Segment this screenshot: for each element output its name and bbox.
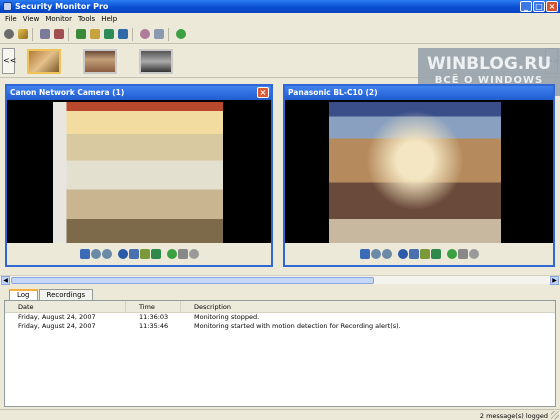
app-icon bbox=[3, 2, 12, 11]
settings-icon[interactable] bbox=[138, 28, 151, 41]
grid-icon[interactable] bbox=[102, 28, 115, 41]
info-icon[interactable] bbox=[117, 249, 128, 259]
maximize-button[interactable]: □ bbox=[533, 1, 545, 12]
record-icon[interactable] bbox=[419, 249, 430, 259]
record-icon[interactable] bbox=[74, 28, 87, 41]
camera-window: Panasonic BL-C10 (2) bbox=[283, 84, 555, 267]
close-button[interactable]: × bbox=[546, 1, 558, 12]
settings-icon[interactable] bbox=[468, 249, 479, 259]
camera-window-title: Panasonic BL-C10 (2) bbox=[285, 86, 553, 100]
motion-icon[interactable] bbox=[430, 249, 441, 259]
camera-video-feed bbox=[53, 102, 223, 248]
menu-help[interactable]: Help bbox=[98, 15, 120, 23]
window-title: Security Monitor Pro bbox=[15, 2, 109, 11]
menu-file[interactable]: File bbox=[2, 15, 20, 23]
menu-tools[interactable]: Tools bbox=[75, 15, 98, 23]
camera-view-area: Canon Network Camera (1) × Panasonic BL-… bbox=[0, 79, 560, 275]
properties-icon[interactable] bbox=[408, 249, 419, 259]
column-header-date[interactable]: Date bbox=[5, 301, 126, 312]
cell-date: Friday, August 24, 2007 bbox=[18, 313, 96, 321]
zoom-in-icon[interactable] bbox=[90, 249, 101, 259]
menu-monitor[interactable]: Monitor bbox=[42, 15, 75, 23]
remove-camera-icon[interactable] bbox=[52, 28, 65, 41]
record-icon[interactable] bbox=[139, 249, 150, 259]
menu-bar: File View Monitor Tools Help bbox=[0, 13, 560, 25]
camera-title-label: Panasonic BL-C10 (2) bbox=[288, 88, 378, 97]
column-header-description[interactable]: Description bbox=[181, 301, 555, 312]
cell-time: 11:35:46 bbox=[139, 322, 169, 330]
scroll-left-icon[interactable]: ◀ bbox=[1, 276, 10, 285]
camera-controls bbox=[285, 243, 553, 265]
user-icon[interactable] bbox=[2, 28, 15, 41]
cell-description: Monitoring started with motion detection… bbox=[194, 322, 401, 330]
camera-video-feed bbox=[329, 102, 501, 248]
info-icon[interactable] bbox=[397, 249, 408, 259]
snapshot-icon[interactable] bbox=[88, 28, 101, 41]
toolbar-separator bbox=[132, 27, 136, 41]
web-icon[interactable] bbox=[166, 249, 177, 259]
log-table: Date Time Description Friday, August 24,… bbox=[4, 300, 556, 407]
minimize-button[interactable]: _ bbox=[520, 1, 532, 12]
status-bar: 2 message(s) logged bbox=[0, 409, 560, 420]
cell-description: Monitoring stopped. bbox=[194, 313, 260, 321]
strip-prev-button[interactable]: << bbox=[2, 48, 16, 74]
title-bar: Security Monitor Pro _ □ × bbox=[0, 0, 560, 13]
fit-icon[interactable] bbox=[359, 249, 370, 259]
snapshot-icon[interactable] bbox=[177, 249, 188, 259]
zoom-out-icon[interactable] bbox=[381, 249, 392, 259]
table-row[interactable]: Friday, August 24, 2007 11:36:03 Monitor… bbox=[5, 313, 555, 322]
status-message: 2 message(s) logged bbox=[479, 412, 548, 420]
wand-icon[interactable] bbox=[16, 28, 29, 41]
column-header-time[interactable]: Time bbox=[126, 301, 181, 312]
zoom-out-icon[interactable] bbox=[101, 249, 112, 259]
toolbar bbox=[0, 25, 560, 44]
fit-icon[interactable] bbox=[79, 249, 90, 259]
add-camera-icon[interactable] bbox=[38, 28, 51, 41]
properties-icon[interactable] bbox=[128, 249, 139, 259]
toolbar-separator bbox=[168, 27, 172, 41]
camera-thumbnail[interactable] bbox=[27, 48, 61, 74]
cell-date: Friday, August 24, 2007 bbox=[18, 322, 96, 330]
watermark-title: WINBLOG.RU bbox=[426, 54, 552, 74]
camera-thumbnail[interactable] bbox=[83, 48, 117, 74]
horizontal-scrollbar[interactable]: ◀ ▶ bbox=[0, 275, 560, 285]
snapshot-icon[interactable] bbox=[457, 249, 468, 259]
motion-icon[interactable] bbox=[150, 249, 161, 259]
monitor-icon[interactable] bbox=[116, 28, 129, 41]
scroll-right-icon[interactable]: ▶ bbox=[550, 276, 559, 285]
cell-time: 11:36:03 bbox=[139, 313, 169, 321]
camera-thumbnail[interactable] bbox=[139, 48, 173, 74]
toolbar-separator bbox=[32, 27, 36, 41]
zoom-in-icon[interactable] bbox=[370, 249, 381, 259]
table-row[interactable]: Friday, August 24, 2007 11:35:46 Monitor… bbox=[5, 322, 555, 331]
menu-view[interactable]: View bbox=[20, 15, 43, 23]
camera-close-button[interactable]: × bbox=[257, 87, 269, 98]
camera-controls bbox=[7, 243, 271, 265]
log-icon[interactable] bbox=[152, 28, 165, 41]
toolbar-separator bbox=[68, 27, 72, 41]
settings-icon[interactable] bbox=[188, 249, 199, 259]
resize-grip-icon[interactable] bbox=[551, 411, 559, 419]
camera-window-title: Canon Network Camera (1) × bbox=[7, 86, 271, 100]
camera-title-label: Canon Network Camera (1) bbox=[10, 88, 125, 97]
log-table-header: Date Time Description bbox=[5, 301, 555, 313]
web-icon[interactable] bbox=[446, 249, 457, 259]
web-icon[interactable] bbox=[174, 28, 187, 41]
camera-window: Canon Network Camera (1) × bbox=[5, 84, 273, 267]
scrollbar-thumb[interactable] bbox=[11, 277, 374, 284]
